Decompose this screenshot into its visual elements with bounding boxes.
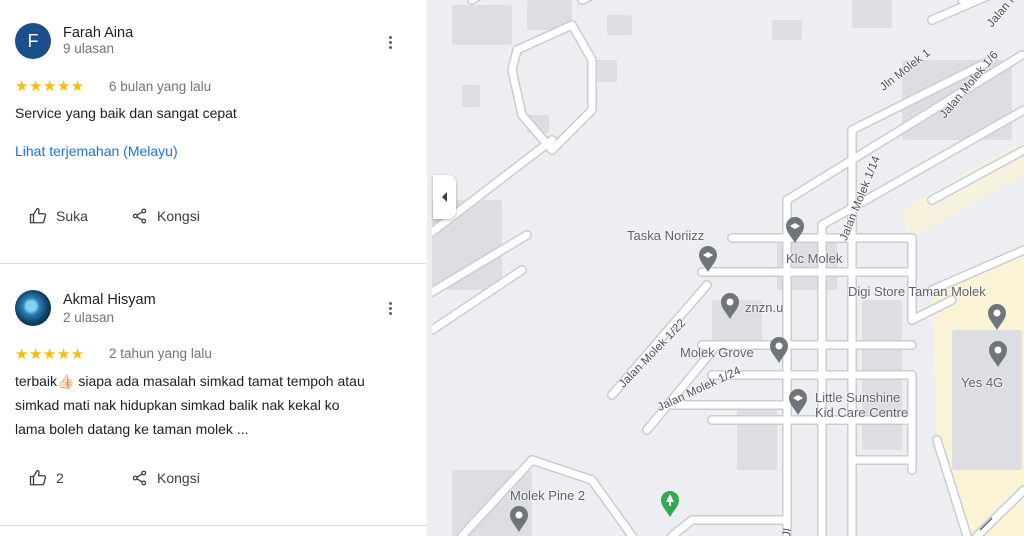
star-rating: ★★★★★ [15,346,85,363]
poi-label-line: Kid Care Centre [815,405,909,420]
review-time: 6 bulan yang lalu [109,79,212,94]
poi-label[interactable]: Molek Pine 2 [510,488,585,503]
poi-label[interactable]: Klc Molek [786,251,842,266]
school-pin-icon[interactable] [698,245,718,273]
share-button[interactable]: Kongsi [131,469,200,487]
chevron-left-icon [441,192,447,202]
thumbs-up-icon [29,469,47,486]
poi-label[interactable]: Molek Grove [680,345,754,360]
avatar[interactable]: F [15,23,51,59]
share-icon [132,470,147,486]
poi-label[interactable]: Digi Store Taman Molek [848,284,986,299]
more-options-icon[interactable] [384,34,396,52]
street-label: Jl [781,527,795,536]
share-icon [132,208,147,224]
share-label: Kongsi [157,208,200,224]
review-text: terbaik👍🏻 siapa ada masalah simkad tamat… [15,369,410,441]
like-count: 2 [56,470,64,486]
review-card: Akmal Hisyam 2 ulasan ★★★★★ 2 tahun yang… [0,264,427,526]
like-button[interactable]: Suka [29,207,88,225]
reviewer-name[interactable]: Farah Aina [63,25,133,41]
review-card: F Farah Aina 9 ulasan ★★★★★ 6 bulan yang… [0,0,427,263]
reviewer-name[interactable]: Akmal Hisyam [63,292,156,308]
reviewer-review-count: 9 ulasan [63,41,115,56]
more-options-icon[interactable] [384,300,396,318]
location-pin-icon[interactable] [987,303,1007,331]
poi-label-line: Little Sunshine [815,390,901,405]
thumbs-up-icon [29,207,47,224]
share-button[interactable]: Kongsi [131,207,200,225]
translate-link[interactable]: Lihat terjemahan (Melayu) [15,143,178,159]
share-label: Kongsi [157,470,200,486]
review-divider [0,525,427,526]
review-text-line: simkad mati nak hidupkan simkad balik na… [15,397,340,413]
school-pin-icon[interactable] [788,388,808,416]
poi-label[interactable]: znzn.u [745,300,783,315]
poi-label[interactable]: Little Sunshine Kid Care Centre [815,390,908,420]
collapse-panel-button[interactable] [433,175,456,219]
map-canvas[interactable] [432,0,1024,536]
like-button[interactable]: 2 [29,469,64,487]
reviewer-review-count: 2 ulasan [63,310,115,325]
reviews-panel: F Farah Aina 9 ulasan ★★★★★ 6 bulan yang… [0,0,427,536]
star-rating: ★★★★★ [15,78,85,95]
review-text-line: lama boleh datang ke taman molek ... [15,421,249,437]
review-time: 2 tahun yang lalu [109,346,212,361]
location-pin-icon[interactable] [988,340,1008,368]
location-pin-icon[interactable] [769,336,789,364]
poi-label[interactable]: Taska Noriizz [627,228,704,243]
review-text-line: terbaik👍🏻 siapa ada masalah simkad tamat… [15,373,365,389]
like-label: Suka [56,208,88,224]
avatar[interactable] [15,290,51,326]
location-pin-icon[interactable] [720,292,740,320]
review-text: Service yang baik dan sangat cepat [15,105,237,121]
location-pin-icon[interactable] [509,505,529,533]
map-streets [432,0,1024,536]
park-pin-icon[interactable] [660,490,680,518]
poi-label[interactable]: Yes 4G [961,375,1003,390]
school-pin-icon[interactable] [785,216,805,244]
